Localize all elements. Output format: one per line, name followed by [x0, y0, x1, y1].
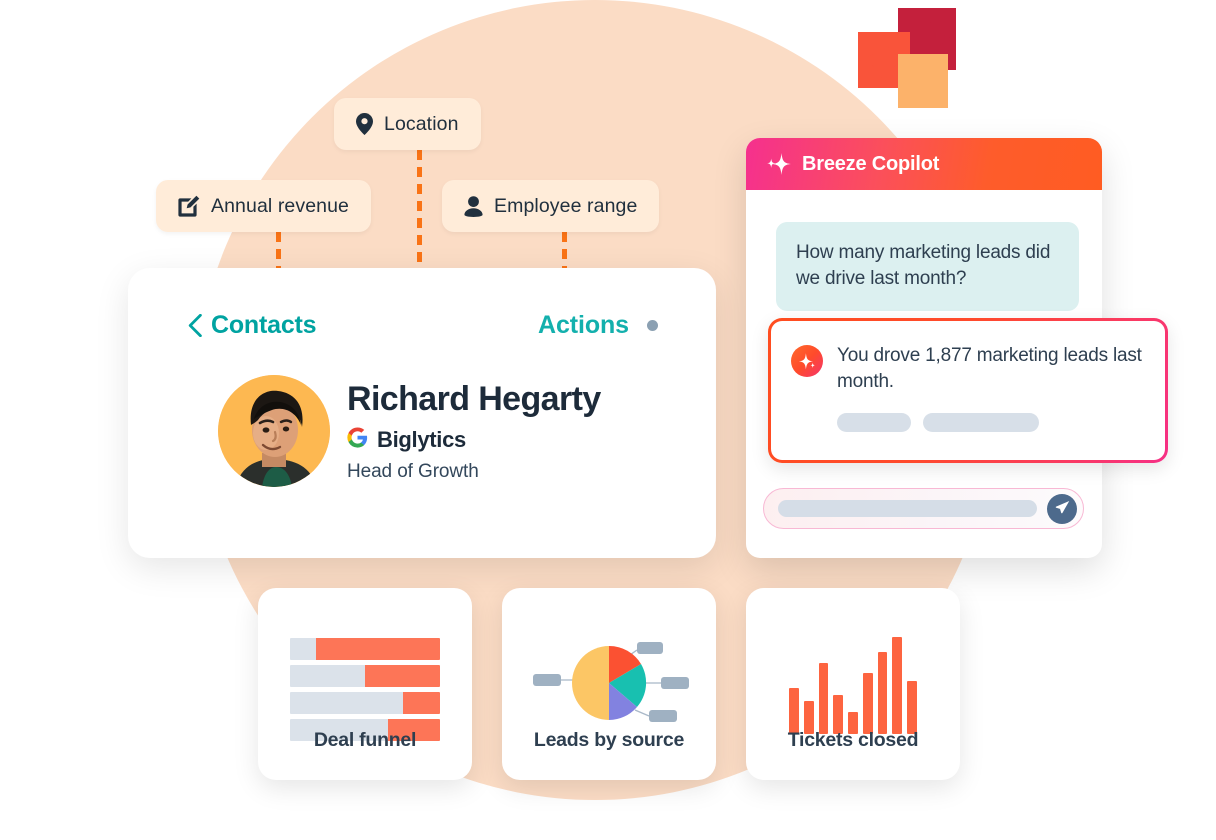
ticket-bar [892, 637, 903, 734]
funnel-remaining-segment [290, 665, 365, 687]
metric-card-title: Tickets closed [787, 729, 919, 751]
metric-card-title: Leads by source [533, 729, 685, 751]
funnel-bar-row [290, 665, 440, 687]
actions-menu[interactable]: Actions [538, 311, 658, 340]
map-pin-icon [356, 113, 373, 135]
user-message-text: How many marketing leads did we drive la… [796, 242, 1051, 289]
chip-location-label: Location [384, 112, 459, 135]
assistant-message-text: You drove 1,877 marketing leads last mon… [837, 345, 1142, 393]
deal-funnel-chart [290, 638, 440, 741]
sparkle-light-orange-icon [898, 54, 948, 108]
pie-label-pill [649, 710, 677, 722]
pie-callout-line [634, 709, 650, 717]
contact-company-row: Biglytics [347, 427, 601, 453]
funnel-completed-segment [365, 665, 440, 687]
funnel-bar-row [290, 692, 440, 714]
chip-employee-range[interactable]: Employee range [442, 180, 660, 232]
metric-card-tickets-closed[interactable]: Tickets closed [746, 588, 960, 780]
pie-slice-source-a [572, 646, 609, 720]
funnel-remaining-segment [290, 638, 316, 660]
chip-annual-revenue-label: Annual revenue [211, 194, 350, 217]
ticket-bar [907, 680, 918, 734]
status-dot [647, 319, 658, 331]
chip-employee-range-label: Employee range [494, 194, 638, 217]
sparkle-decoration-group [858, 8, 968, 108]
assistant-suggestion-row [837, 413, 1145, 433]
contact-details: Richard Hegarty Biglytics Head of Growth [347, 380, 601, 483]
ticket-bar [789, 688, 799, 734]
connector-annual-revenue [276, 232, 281, 270]
contact-job-title: Head of Growth [347, 461, 479, 483]
send-paper-plane-icon [1055, 500, 1070, 518]
contact-card-toolbar: Contacts Actions [128, 308, 716, 342]
suggestion-chip-2[interactable] [923, 413, 1039, 433]
breeze-sparkle-icon [791, 345, 823, 377]
user-message-bubble: How many marketing leads did we drive la… [776, 222, 1079, 311]
leads-by-source-chart [502, 624, 716, 742]
assistant-message-bubble: You drove 1,877 marketing leads last mon… [768, 318, 1168, 463]
chevron-left-icon [188, 313, 202, 337]
connector-employee-range [562, 232, 567, 270]
copilot-header: Breeze Copilot [746, 138, 1102, 190]
contact-name: Richard Hegarty [347, 380, 601, 418]
metric-card-deal-funnel[interactable]: Deal funnel [258, 588, 472, 780]
pie-label-pill [661, 677, 689, 689]
chat-input[interactable] [778, 500, 1037, 517]
metric-card-title: Deal funnel [313, 729, 417, 751]
chip-annual-revenue[interactable]: Annual revenue [156, 180, 372, 232]
google-g-icon [347, 427, 368, 453]
canvas: Location Annual revenue Employee range C… [0, 0, 1216, 840]
pie-label-pill [637, 642, 663, 654]
pie-label-pill [533, 674, 561, 686]
metric-card-leads-by-source[interactable]: Leads by source [502, 588, 716, 780]
pencil-square-icon [178, 195, 200, 217]
chat-composer[interactable] [763, 488, 1084, 529]
tickets-closed-chart [789, 632, 918, 734]
back-to-contacts-link[interactable]: Contacts [188, 310, 317, 340]
ticket-bar [862, 672, 873, 734]
funnel-completed-segment [402, 692, 440, 714]
person-icon [464, 195, 483, 217]
ticket-bar [877, 652, 888, 734]
funnel-bar-row [290, 638, 440, 660]
funnel-remaining-segment [290, 692, 403, 714]
back-to-contacts-label: Contacts [211, 310, 317, 339]
contact-company: Biglytics [377, 427, 466, 453]
connector-location [417, 150, 422, 269]
copilot-title: Breeze Copilot [802, 152, 940, 175]
send-button[interactable] [1047, 493, 1077, 524]
chip-location[interactable]: Location [334, 98, 481, 150]
sparkle-icon [767, 152, 791, 176]
avatar [218, 375, 330, 487]
ticket-bar [818, 662, 829, 734]
actions-label: Actions [538, 310, 629, 339]
suggestion-chip-1[interactable] [837, 413, 911, 433]
funnel-completed-segment [315, 638, 440, 660]
